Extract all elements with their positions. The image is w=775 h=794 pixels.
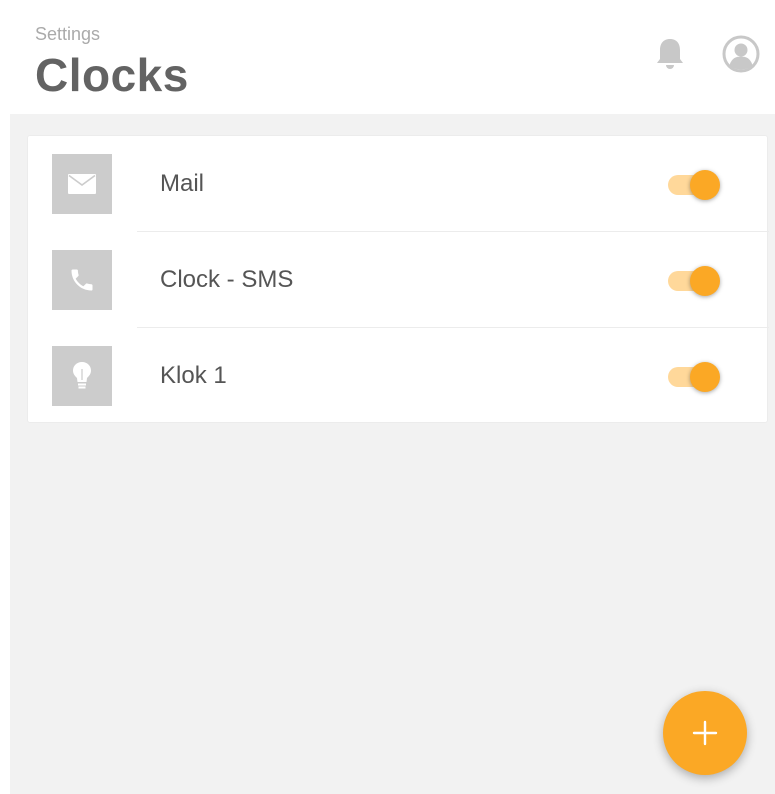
clock-toggle[interactable] [666,265,722,296]
add-clock-button[interactable] [663,691,747,775]
phone-icon [71,269,93,291]
bell-icon [657,39,683,69]
page-title: Clocks [35,49,189,101]
clock-toggle[interactable] [666,169,722,200]
clock-label: Clock - SMS [160,266,294,293]
lightbulb-icon [73,362,91,389]
user-avatar-icon [722,35,760,73]
clock-label: Mail [160,170,205,197]
app: Settings Clocks Mail Clock - SMS Klok 1 [10,0,775,794]
header: Settings Clocks [10,0,775,114]
list-item[interactable]: Clock - SMS [28,232,769,328]
clocks-list: Mail Clock - SMS Klok 1 [27,135,769,424]
toggle-thumb [690,266,720,296]
clock-toggle[interactable] [666,361,722,392]
list-item[interactable]: Mail [28,136,769,232]
profile-button[interactable] [721,34,761,74]
row-icon-tile [52,154,112,214]
list-item[interactable]: Klok 1 [28,328,769,424]
plus-icon [692,720,718,746]
toggle-thumb [690,170,720,200]
notifications-button[interactable] [650,34,690,74]
row-icon-tile [52,250,112,310]
clock-label: Klok 1 [160,362,227,389]
mail-icon [68,174,96,194]
breadcrumb[interactable]: Settings [35,24,100,45]
toggle-thumb [690,362,720,392]
row-icon-tile [52,346,112,406]
